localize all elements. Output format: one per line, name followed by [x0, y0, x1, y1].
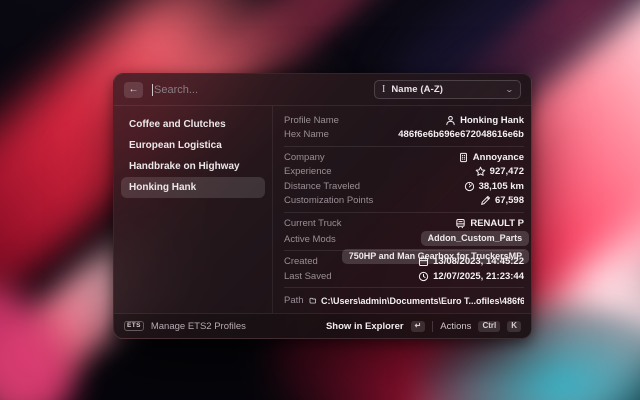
sort-dropdown[interactable]: I Name (A-Z) ⌄	[374, 80, 521, 99]
detail-label: Hex Name	[284, 129, 329, 140]
detail-row-path: Path C:\Users\admin\Documents\Euro T...o…	[284, 294, 524, 309]
pencil-icon	[480, 195, 491, 206]
launcher-window: ← I Name (A-Z) ⌄ Coffee and Clutches Eur…	[113, 73, 532, 339]
detail-value: Annoyance	[458, 152, 524, 163]
detail-label: Active Mods	[284, 234, 336, 245]
sort-dropdown-value: Name (A-Z)	[391, 84, 500, 95]
divider	[284, 146, 524, 147]
detail-value: 38,105 km	[464, 181, 524, 192]
detail-label: Experience	[284, 166, 332, 177]
clock-icon	[418, 271, 429, 282]
list-item-label: Handbrake on Highway	[129, 161, 240, 172]
calendar-icon	[418, 256, 429, 267]
detail-label: Current Truck	[284, 218, 342, 229]
detail-row-active-mods: Active Mods Addon_Custom_Parts 750HP and…	[284, 231, 524, 247]
search-input[interactable]	[154, 84, 365, 96]
detail-value: 486f6e6b696e672048616e6b	[398, 129, 524, 140]
hex-name-value: 486f6e6b696e672048616e6b	[398, 129, 524, 140]
detail-value: RENAULT P	[455, 218, 524, 229]
detail-row-customization: Customization Points 67,598	[284, 194, 524, 209]
detail-row-current-truck: Current Truck RENAULT P	[284, 216, 524, 231]
mod-tag: Addon_Custom_Parts	[421, 231, 530, 246]
created-value: 13/08/2023, 14:45:22	[433, 256, 524, 267]
path-value: C:\Users\admin\Documents\Euro T...ofiles…	[321, 296, 524, 306]
detail-value: 67,598	[480, 195, 524, 206]
list-item-handbrake-on-highway[interactable]: Handbrake on Highway	[121, 156, 265, 177]
action-bar-left: ETS Manage ETS2 Profiles	[124, 321, 246, 332]
primary-action-button[interactable]: Show in Explorer	[326, 321, 404, 332]
ets2-logo-icon: ETS	[124, 321, 144, 332]
back-button[interactable]: ←	[124, 82, 143, 98]
detail-label: Distance Traveled	[284, 181, 360, 192]
detail-label: Path	[284, 295, 304, 306]
list-item-label: Coffee and Clutches	[129, 119, 226, 130]
divider	[284, 250, 524, 251]
detail-row-distance: Distance Traveled 38,105 km	[284, 179, 524, 194]
actions-menu-button[interactable]: Actions	[440, 321, 471, 332]
current-truck-value: RENAULT P	[470, 218, 524, 229]
divider	[284, 287, 524, 288]
detail-row-hex-name: Hex Name 486f6e6b696e672048616e6b	[284, 128, 524, 143]
k-key-badge: K	[507, 321, 521, 332]
detail-label: Last Saved	[284, 271, 332, 282]
detail-row-created: Created 13/08/2023, 14:45:22	[284, 255, 524, 270]
detail-row-profile-name: Profile Name Honking Hank	[284, 113, 524, 128]
divider	[432, 321, 433, 332]
profile-list: Coffee and Clutches European Logistica H…	[114, 106, 273, 313]
star-icon	[475, 166, 486, 177]
search-field-wrap	[152, 84, 365, 96]
detail-value: 12/07/2025, 21:23:44	[418, 271, 524, 282]
action-bar-right: Show in Explorer ↵ Actions Ctrl K	[326, 321, 521, 332]
action-bar: ETS Manage ETS2 Profiles Show in Explore…	[114, 313, 531, 338]
company-value: Annoyance	[473, 152, 524, 163]
experience-value: 927,472	[490, 166, 524, 177]
text-cursor-icon: I	[382, 85, 385, 95]
arrow-left-icon: ←	[129, 84, 139, 95]
extension-title: Manage ETS2 Profiles	[151, 321, 246, 332]
list-item-label: Honking Hank	[129, 182, 196, 193]
chevron-down-icon: ⌄	[505, 85, 514, 94]
detail-label: Customization Points	[284, 195, 373, 206]
list-item-coffee-and-clutches[interactable]: Coffee and Clutches	[121, 114, 265, 135]
customization-value: 67,598	[495, 195, 524, 206]
text-caret	[152, 84, 153, 96]
person-icon	[445, 115, 456, 126]
list-item-label: European Logistica	[129, 140, 222, 151]
folder-icon	[309, 295, 316, 306]
list-item-european-logistica[interactable]: European Logistica	[121, 135, 265, 156]
divider	[284, 212, 524, 213]
last-saved-value: 12/07/2025, 21:23:44	[433, 271, 524, 282]
detail-label: Created	[284, 256, 318, 267]
detail-value: Honking Hank	[445, 115, 524, 126]
detail-row-company: Company Annoyance	[284, 150, 524, 165]
gauge-icon	[464, 181, 475, 192]
search-header: ← I Name (A-Z) ⌄	[114, 74, 531, 106]
distance-value: 38,105 km	[479, 181, 524, 192]
enter-key-icon: ↵	[411, 321, 426, 332]
detail-label: Profile Name	[284, 115, 339, 126]
detail-row-last-saved: Last Saved 12/07/2025, 21:23:44	[284, 269, 524, 284]
ctrl-key-badge: Ctrl	[478, 321, 500, 332]
building-icon	[458, 152, 469, 163]
detail-label: Company	[284, 152, 325, 163]
detail-row-experience: Experience 927,472	[284, 165, 524, 180]
main-content: Coffee and Clutches European Logistica H…	[114, 106, 531, 313]
detail-value: 13/08/2023, 14:45:22	[418, 256, 524, 267]
detail-value: 927,472	[475, 166, 524, 177]
list-item-honking-hank[interactable]: Honking Hank	[121, 177, 265, 198]
profile-name-value: Honking Hank	[460, 115, 524, 126]
truck-icon	[455, 218, 466, 229]
profile-detail-panel: Profile Name Honking Hank Hex Name 486f6…	[273, 106, 531, 313]
